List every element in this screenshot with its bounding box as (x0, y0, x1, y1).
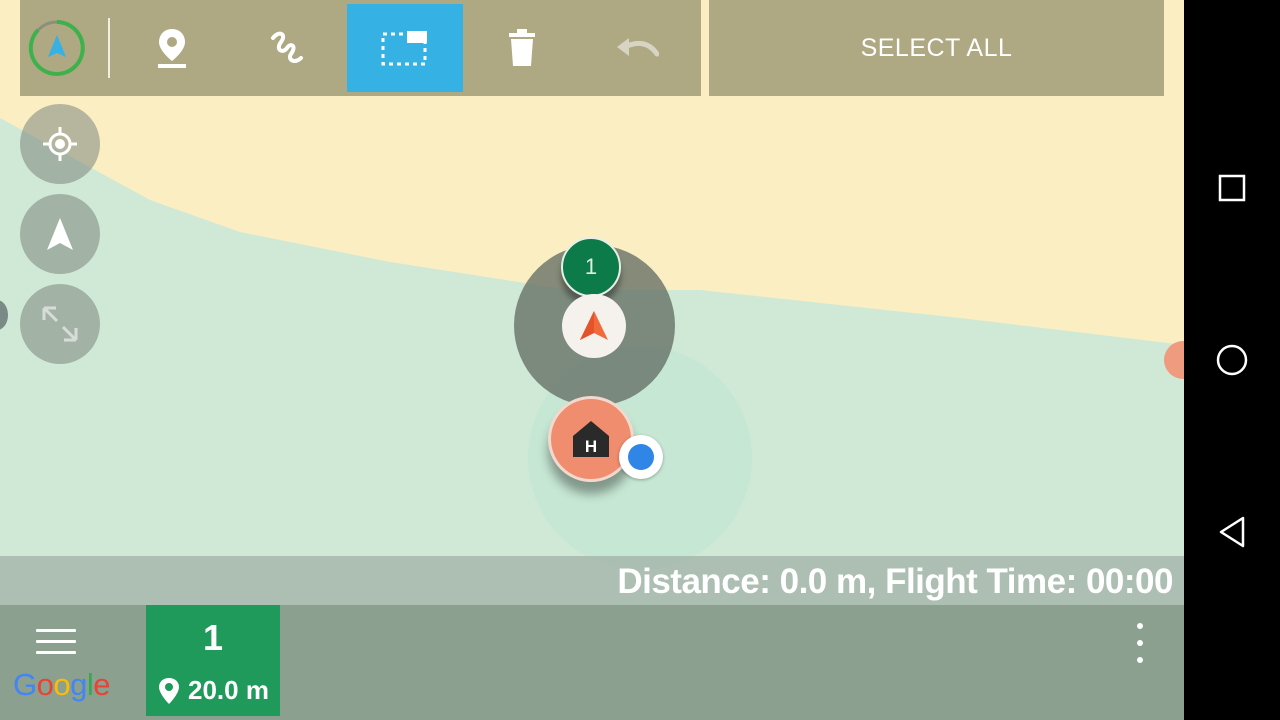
google-logo: Google (13, 667, 111, 703)
waypoint-pin-icon (158, 29, 186, 68)
user-location-dot (619, 435, 663, 479)
waypoint-card[interactable]: 1 20.0 m (146, 605, 280, 716)
toolbar-divider (108, 18, 110, 78)
compass-navigation-icon (28, 20, 85, 76)
distance-flight-time-text: Distance: 0.0 m, Flight Time: 00:00 (617, 562, 1173, 601)
waypoint-altitude-value: 20.0 m (188, 675, 269, 705)
draw-path-button[interactable] (231, 4, 343, 92)
navigation-arrow-icon (47, 218, 73, 250)
my-location-icon (43, 127, 77, 161)
my-location-button[interactable] (20, 104, 100, 184)
delete-button[interactable] (466, 4, 578, 92)
select-area-icon (381, 31, 427, 66)
drone-marker[interactable] (562, 294, 626, 358)
home-icon: H (573, 421, 609, 457)
home-marker-label: H (585, 437, 597, 456)
waypoint-card-altitude: 20.0 m (158, 675, 269, 706)
back-triangle-icon (1219, 516, 1245, 548)
recent-apps-button[interactable] (1212, 168, 1252, 208)
hamburger-menu-icon[interactable] (36, 629, 76, 659)
waypoint-marker-label: 1 (584, 254, 598, 279)
freehand-path-icon (271, 31, 303, 63)
google-logo-letter: G (13, 667, 37, 702)
waypoint-marker[interactable]: 1 (561, 237, 621, 297)
select-area-button[interactable] (347, 4, 463, 92)
map-app: 1 H SELECT ALL Distance: 0.0 m, Flight T… (0, 0, 1184, 720)
google-logo-letter: g (70, 667, 87, 702)
google-logo-letter: o (53, 667, 71, 702)
system-back-button[interactable] (1212, 512, 1252, 552)
follow-drone-button[interactable] (20, 194, 100, 274)
home-circle-icon (1216, 344, 1248, 376)
trash-icon (509, 29, 535, 66)
undo-button[interactable] (581, 4, 693, 92)
bottom-bar: Google 1 20.0 m (0, 605, 1184, 720)
more-vertical-icon[interactable] (1128, 623, 1152, 663)
add-waypoint-button[interactable] (116, 4, 228, 92)
waypoint-card-number: 1 (202, 617, 224, 658)
mission-status-bar: Distance: 0.0 m, Flight Time: 00:00 (0, 556, 1184, 605)
expand-map-button[interactable] (20, 284, 100, 364)
google-logo-letter: e (93, 667, 111, 702)
expand-icon (42, 306, 78, 342)
system-home-button[interactable] (1212, 340, 1252, 380)
google-logo-letter: o (36, 667, 54, 702)
system-navigation-bar (1184, 0, 1280, 720)
compass-button[interactable] (20, 4, 94, 92)
home-marker[interactable]: H (548, 396, 634, 482)
top-toolbar (20, 0, 701, 96)
drone-arrow-icon (580, 311, 608, 340)
select-all-button[interactable]: SELECT ALL (709, 0, 1164, 96)
recent-apps-icon (1218, 174, 1246, 202)
location-pin-icon (159, 677, 179, 704)
select-all-label: SELECT ALL (860, 33, 1013, 62)
undo-icon (617, 38, 659, 57)
